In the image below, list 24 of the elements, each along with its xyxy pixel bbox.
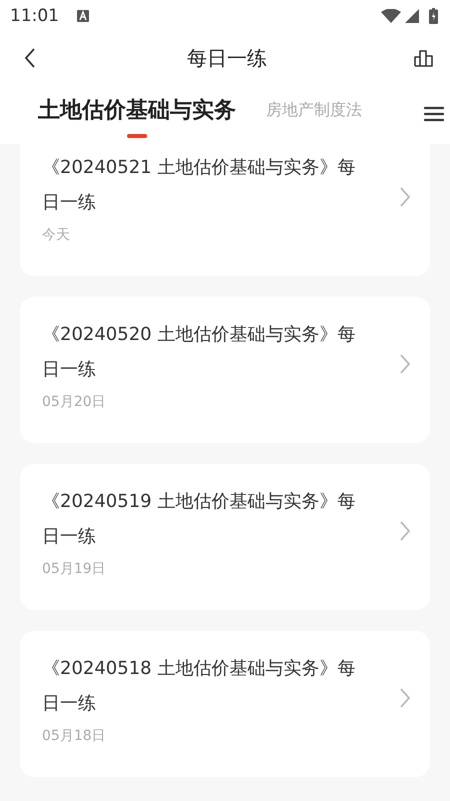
practice-card[interactable]: 《20240519 土地估价基础与实务》每日一练 05月19日 xyxy=(20,464,430,610)
signal-icon xyxy=(405,9,419,23)
battery-icon xyxy=(429,8,438,24)
practice-title: 《20240518 土地估价基础与实务》每日一练 xyxy=(42,657,356,716)
practice-date: 05月20日 xyxy=(42,393,107,411)
status-time: 11:01 xyxy=(10,6,59,26)
page-title: 每日一练 xyxy=(186,44,268,72)
practice-title: 《20240521 土地估价基础与实务》每日一练 xyxy=(42,156,356,215)
chevron-right-icon xyxy=(398,520,412,542)
practice-date: 今天 xyxy=(42,226,71,244)
practice-title: 《20240520 土地估价基础与实务》每日一练 xyxy=(42,323,356,382)
category-tab[interactable]: 土地估价基础与实务 xyxy=(38,90,236,138)
chevron-right-icon xyxy=(398,353,412,375)
practice-card[interactable]: 《20240520 土地估价基础与实务》每日一练 05月20日 xyxy=(20,297,430,443)
practice-card[interactable]: 《20240521 土地估价基础与实务》每日一练 今天 xyxy=(20,144,430,276)
keyboard-icon xyxy=(77,10,89,22)
practice-date: 05月18日 xyxy=(42,727,107,745)
chevron-left-icon xyxy=(23,47,37,69)
practice-date: 05月19日 xyxy=(42,560,107,578)
chevron-right-icon xyxy=(398,687,412,709)
wifi-icon xyxy=(381,9,401,23)
practice-title: 《20240519 土地估价基础与实务》每日一练 xyxy=(42,490,356,549)
chevron-right-icon xyxy=(398,186,412,208)
practice-card[interactable]: 《20240518 土地估价基础与实务》每日一练 05月18日 xyxy=(20,631,430,777)
